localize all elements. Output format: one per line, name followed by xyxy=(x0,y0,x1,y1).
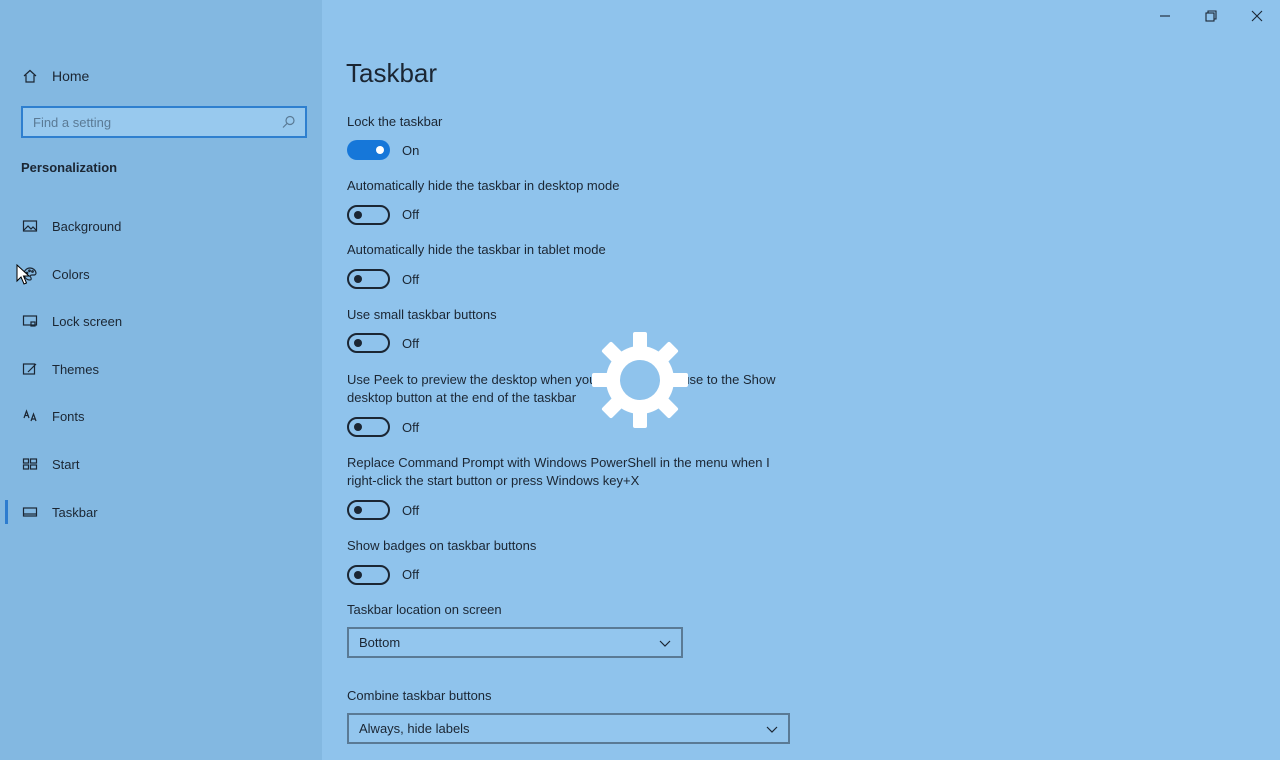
toggle-state-text: Off xyxy=(402,207,420,222)
restore-button[interactable] xyxy=(1188,4,1234,28)
toggle-knob xyxy=(354,275,362,283)
toggle-state-text: Off xyxy=(402,420,420,435)
toggle-knob xyxy=(354,506,362,514)
sidebar-item-themes[interactable]: Themes xyxy=(0,354,322,384)
page-title: Taskbar xyxy=(346,58,438,88)
minimize-button[interactable] xyxy=(1142,4,1188,28)
toggle-state-text: Off xyxy=(402,567,420,582)
toggle-lock-taskbar[interactable] xyxy=(347,140,390,160)
loading-gear-icon xyxy=(592,332,688,428)
home-nav-item[interactable]: Home xyxy=(22,66,89,86)
combine-dropdown[interactable]: Always, hide labels xyxy=(347,713,790,744)
active-indicator xyxy=(5,500,8,524)
setting-label-autohide-tablet: Automatically hide the taskbar in tablet… xyxy=(347,242,606,257)
setting-label-autohide-desktop: Automatically hide the taskbar in deskto… xyxy=(347,178,620,193)
home-icon xyxy=(22,68,38,84)
toggle-small-buttons[interactable] xyxy=(347,333,390,353)
setting-label-powershell: Replace Command Prompt with Windows Powe… xyxy=(347,455,770,488)
close-button[interactable] xyxy=(1234,4,1280,28)
sidebar-item-label: Fonts xyxy=(52,408,85,424)
start-icon xyxy=(22,456,38,472)
toggle-autohide-tablet[interactable] xyxy=(347,269,390,289)
toggle-peek[interactable] xyxy=(347,417,390,437)
setting-label-peek: Use Peek to preview the desktop when you… xyxy=(347,372,776,405)
sidebar: Home Personalization Background Colors L… xyxy=(0,0,322,760)
picture-icon xyxy=(22,218,38,234)
toggle-state-text: On xyxy=(402,143,420,158)
location-value: Bottom xyxy=(359,635,401,650)
toggle-knob xyxy=(376,146,384,154)
sidebar-item-colors[interactable]: Colors xyxy=(0,259,322,289)
toggle-badges[interactable] xyxy=(347,565,390,585)
sidebar-item-label: Themes xyxy=(52,361,99,377)
themes-icon xyxy=(22,361,38,377)
sidebar-item-start[interactable]: Start xyxy=(0,449,322,479)
location-dropdown[interactable]: Bottom xyxy=(347,627,683,658)
toggle-state-text: Off xyxy=(402,336,420,351)
setting-label-lock-taskbar: Lock the taskbar xyxy=(347,114,443,129)
toggle-state-text: Off xyxy=(402,272,420,287)
location-label: Taskbar location on screen xyxy=(347,602,502,617)
combine-value: Always, hide labels xyxy=(359,721,470,736)
minimize-icon xyxy=(1160,15,1170,17)
sidebar-item-label: Background xyxy=(52,218,122,234)
toggle-knob xyxy=(354,339,362,347)
combine-label: Combine taskbar buttons xyxy=(347,688,492,703)
chevron-down-icon xyxy=(659,640,671,647)
search-input[interactable] xyxy=(33,114,281,130)
toggle-knob xyxy=(354,211,362,219)
sidebar-item-taskbar[interactable]: Taskbar xyxy=(0,497,322,527)
setting-label-badges: Show badges on taskbar buttons xyxy=(347,538,537,553)
taskbar-icon xyxy=(22,504,38,520)
section-title: Personalization xyxy=(21,160,118,175)
mouse-cursor-icon xyxy=(16,264,30,285)
sidebar-item-label: Taskbar xyxy=(52,504,98,520)
sidebar-item-label: Lock screen xyxy=(52,313,123,329)
toggle-state-text: Off xyxy=(402,503,420,518)
sidebar-item-label: Colors xyxy=(52,266,90,282)
sidebar-item-label: Start xyxy=(52,456,80,472)
sidebar-item-lock-screen[interactable]: Lock screen xyxy=(0,306,322,336)
chevron-down-icon xyxy=(766,726,778,733)
toggle-autohide-desktop[interactable] xyxy=(347,205,390,225)
toggle-knob xyxy=(354,423,362,431)
search-box[interactable] xyxy=(21,106,307,138)
toggle-powershell[interactable] xyxy=(347,500,390,520)
sidebar-item-fonts[interactable]: Fonts xyxy=(0,401,322,431)
search-icon[interactable] xyxy=(281,114,297,130)
fonts-icon xyxy=(22,408,38,424)
toggle-knob xyxy=(354,571,362,579)
lock-screen-icon xyxy=(22,313,38,329)
sidebar-item-background[interactable]: Background xyxy=(0,211,322,241)
setting-label-small-buttons: Use small taskbar buttons xyxy=(347,307,497,322)
restore-icon xyxy=(1205,10,1217,22)
close-icon xyxy=(1251,10,1263,22)
home-label: Home xyxy=(52,68,90,84)
